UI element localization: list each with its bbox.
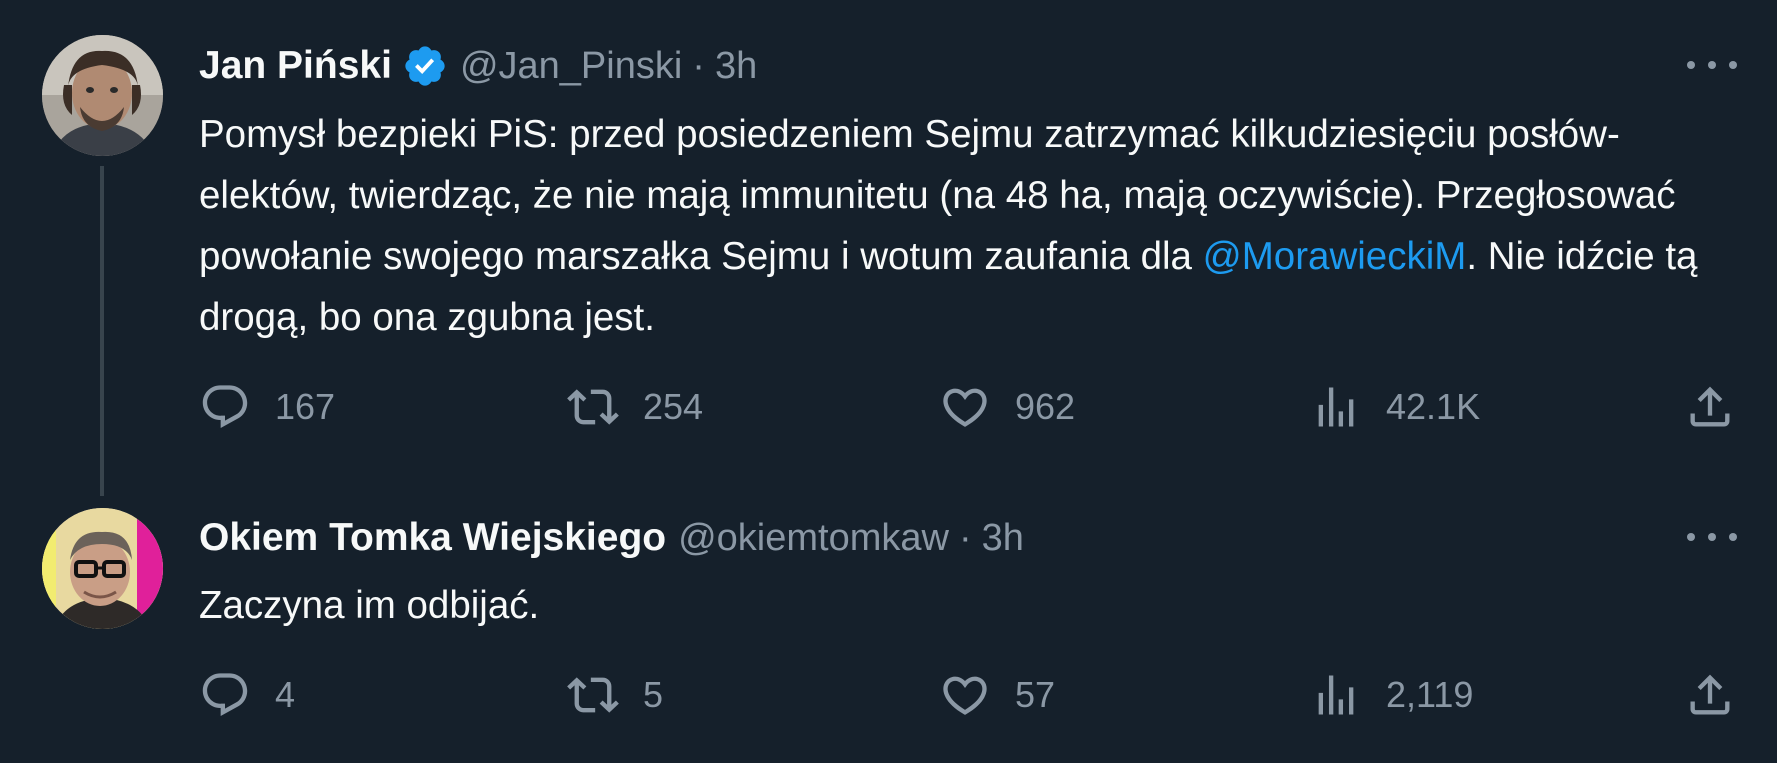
avatar[interactable] [42, 508, 163, 629]
like-count: 57 [1015, 674, 1056, 715]
separator-dot: · [692, 44, 705, 87]
reply-icon [202, 673, 248, 717]
tweet-jan-pinski[interactable]: Jan Piński @Jan_Pinski · 3h Pomysł bezpi… [0, 0, 1777, 496]
tweet-text: Pomysł bezpieki PiS: przed posiedzeniem … [199, 104, 1729, 348]
views-bar-chart-icon [1318, 675, 1354, 715]
retweet-icon [567, 389, 619, 425]
retweet-icon [567, 677, 619, 713]
share-icon [1690, 386, 1730, 427]
retweet-count: 5 [643, 674, 664, 715]
display-name[interactable]: Okiem Tomka Wiejskiego [199, 516, 666, 560]
views-button[interactable]: 2,119 [1310, 665, 1473, 725]
retweet-button[interactable]: 254 [567, 377, 703, 437]
timestamp[interactable]: 3h [982, 517, 1024, 560]
share-icon [1690, 674, 1730, 715]
thread-connector-line [100, 166, 104, 496]
views-count: 2,119 [1386, 674, 1474, 715]
tweet-header: Okiem Tomka Wiejskiego @okiemtomkaw · 3h [199, 510, 1024, 566]
share-button[interactable] [1684, 377, 1736, 437]
verified-badge-icon[interactable] [402, 43, 448, 89]
tweet-okiem-tomka[interactable]: Okiem Tomka Wiejskiego @okiemtomkaw · 3h… [0, 495, 1777, 763]
heart-icon [943, 388, 987, 427]
handle[interactable]: @Jan_Pinski [460, 45, 682, 88]
share-button[interactable] [1684, 665, 1736, 725]
retweet-button[interactable]: 5 [567, 665, 663, 725]
tweet-text: Zaczyna im odbijać. [199, 584, 540, 627]
views-count: 42.1K [1386, 386, 1481, 427]
like-button[interactable]: 962 [939, 377, 1075, 437]
timestamp[interactable]: 3h [715, 45, 757, 88]
tweet-actions: 4 5 57 2,119 [199, 665, 1739, 725]
like-count: 962 [1015, 386, 1076, 427]
reply-button[interactable]: 4 [199, 665, 295, 725]
tweet-header: Jan Piński @Jan_Pinski · 3h [199, 38, 757, 94]
views-bar-chart-icon [1318, 387, 1354, 427]
avatar[interactable] [42, 35, 163, 156]
reply-icon [202, 385, 248, 429]
heart-icon [943, 676, 987, 715]
handle[interactable]: @okiemtomkaw [678, 517, 949, 560]
more-horizontal-icon[interactable] [1687, 55, 1737, 75]
reply-button[interactable]: 167 [199, 377, 335, 437]
retweet-count: 254 [643, 386, 704, 427]
reply-count: 167 [275, 386, 336, 427]
more-horizontal-icon[interactable] [1687, 527, 1737, 547]
mention-link[interactable]: @MorawieckiM [1203, 235, 1467, 278]
views-button[interactable]: 42.1K [1310, 377, 1480, 437]
separator-dot: · [958, 516, 972, 559]
display-name[interactable]: Jan Piński [199, 44, 392, 88]
reply-count: 4 [275, 674, 296, 715]
tweet-actions: 167 254 962 42.1K [199, 377, 1739, 437]
like-button[interactable]: 57 [939, 665, 1055, 725]
